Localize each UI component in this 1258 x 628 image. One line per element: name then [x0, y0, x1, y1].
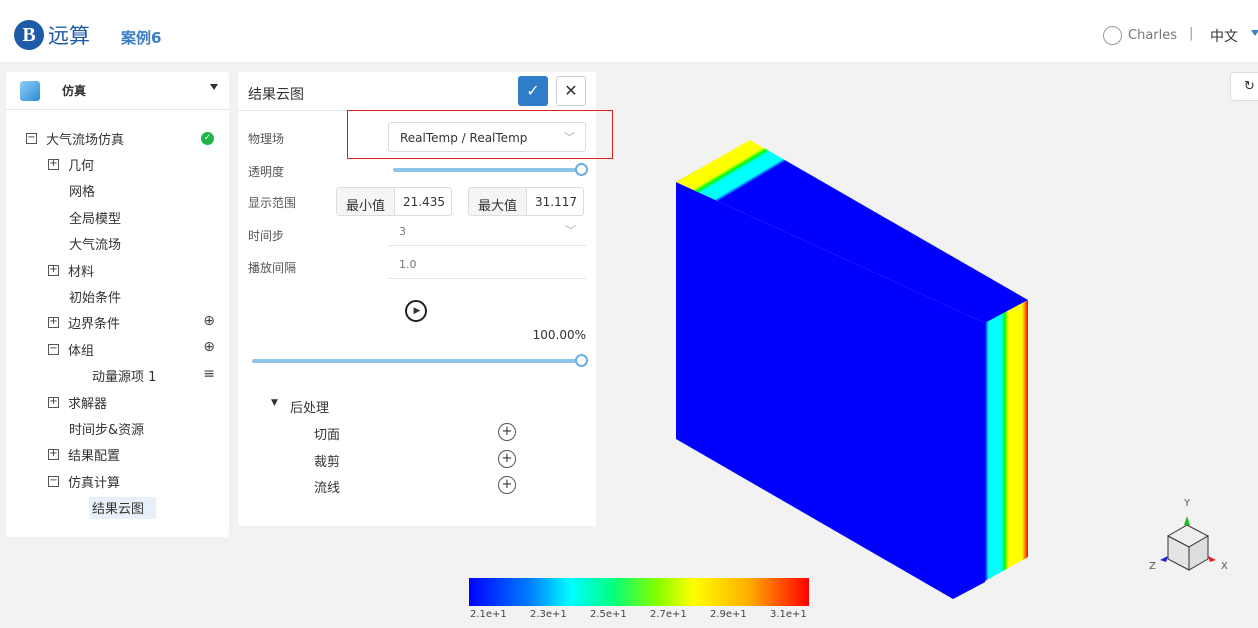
color-legend-bar [469, 578, 809, 606]
color-legend-label: 2.5e+1 [590, 609, 627, 620]
axis-y-label: Y [1184, 498, 1191, 509]
color-legend-label: 2.7e+1 [650, 609, 687, 620]
axis-gizmo[interactable] [1160, 516, 1216, 571]
axis-z-label: Z [1149, 561, 1156, 572]
color-legend-label: 2.1e+1 [470, 609, 507, 620]
3d-viewport[interactable] [0, 0, 1258, 628]
highlight-box [347, 110, 613, 159]
color-legend-label: 3.1e+1 [770, 609, 807, 620]
color-legend-label: 2.3e+1 [530, 609, 567, 620]
axis-x-label: X [1221, 561, 1228, 572]
color-legend-label: 2.9e+1 [710, 609, 747, 620]
